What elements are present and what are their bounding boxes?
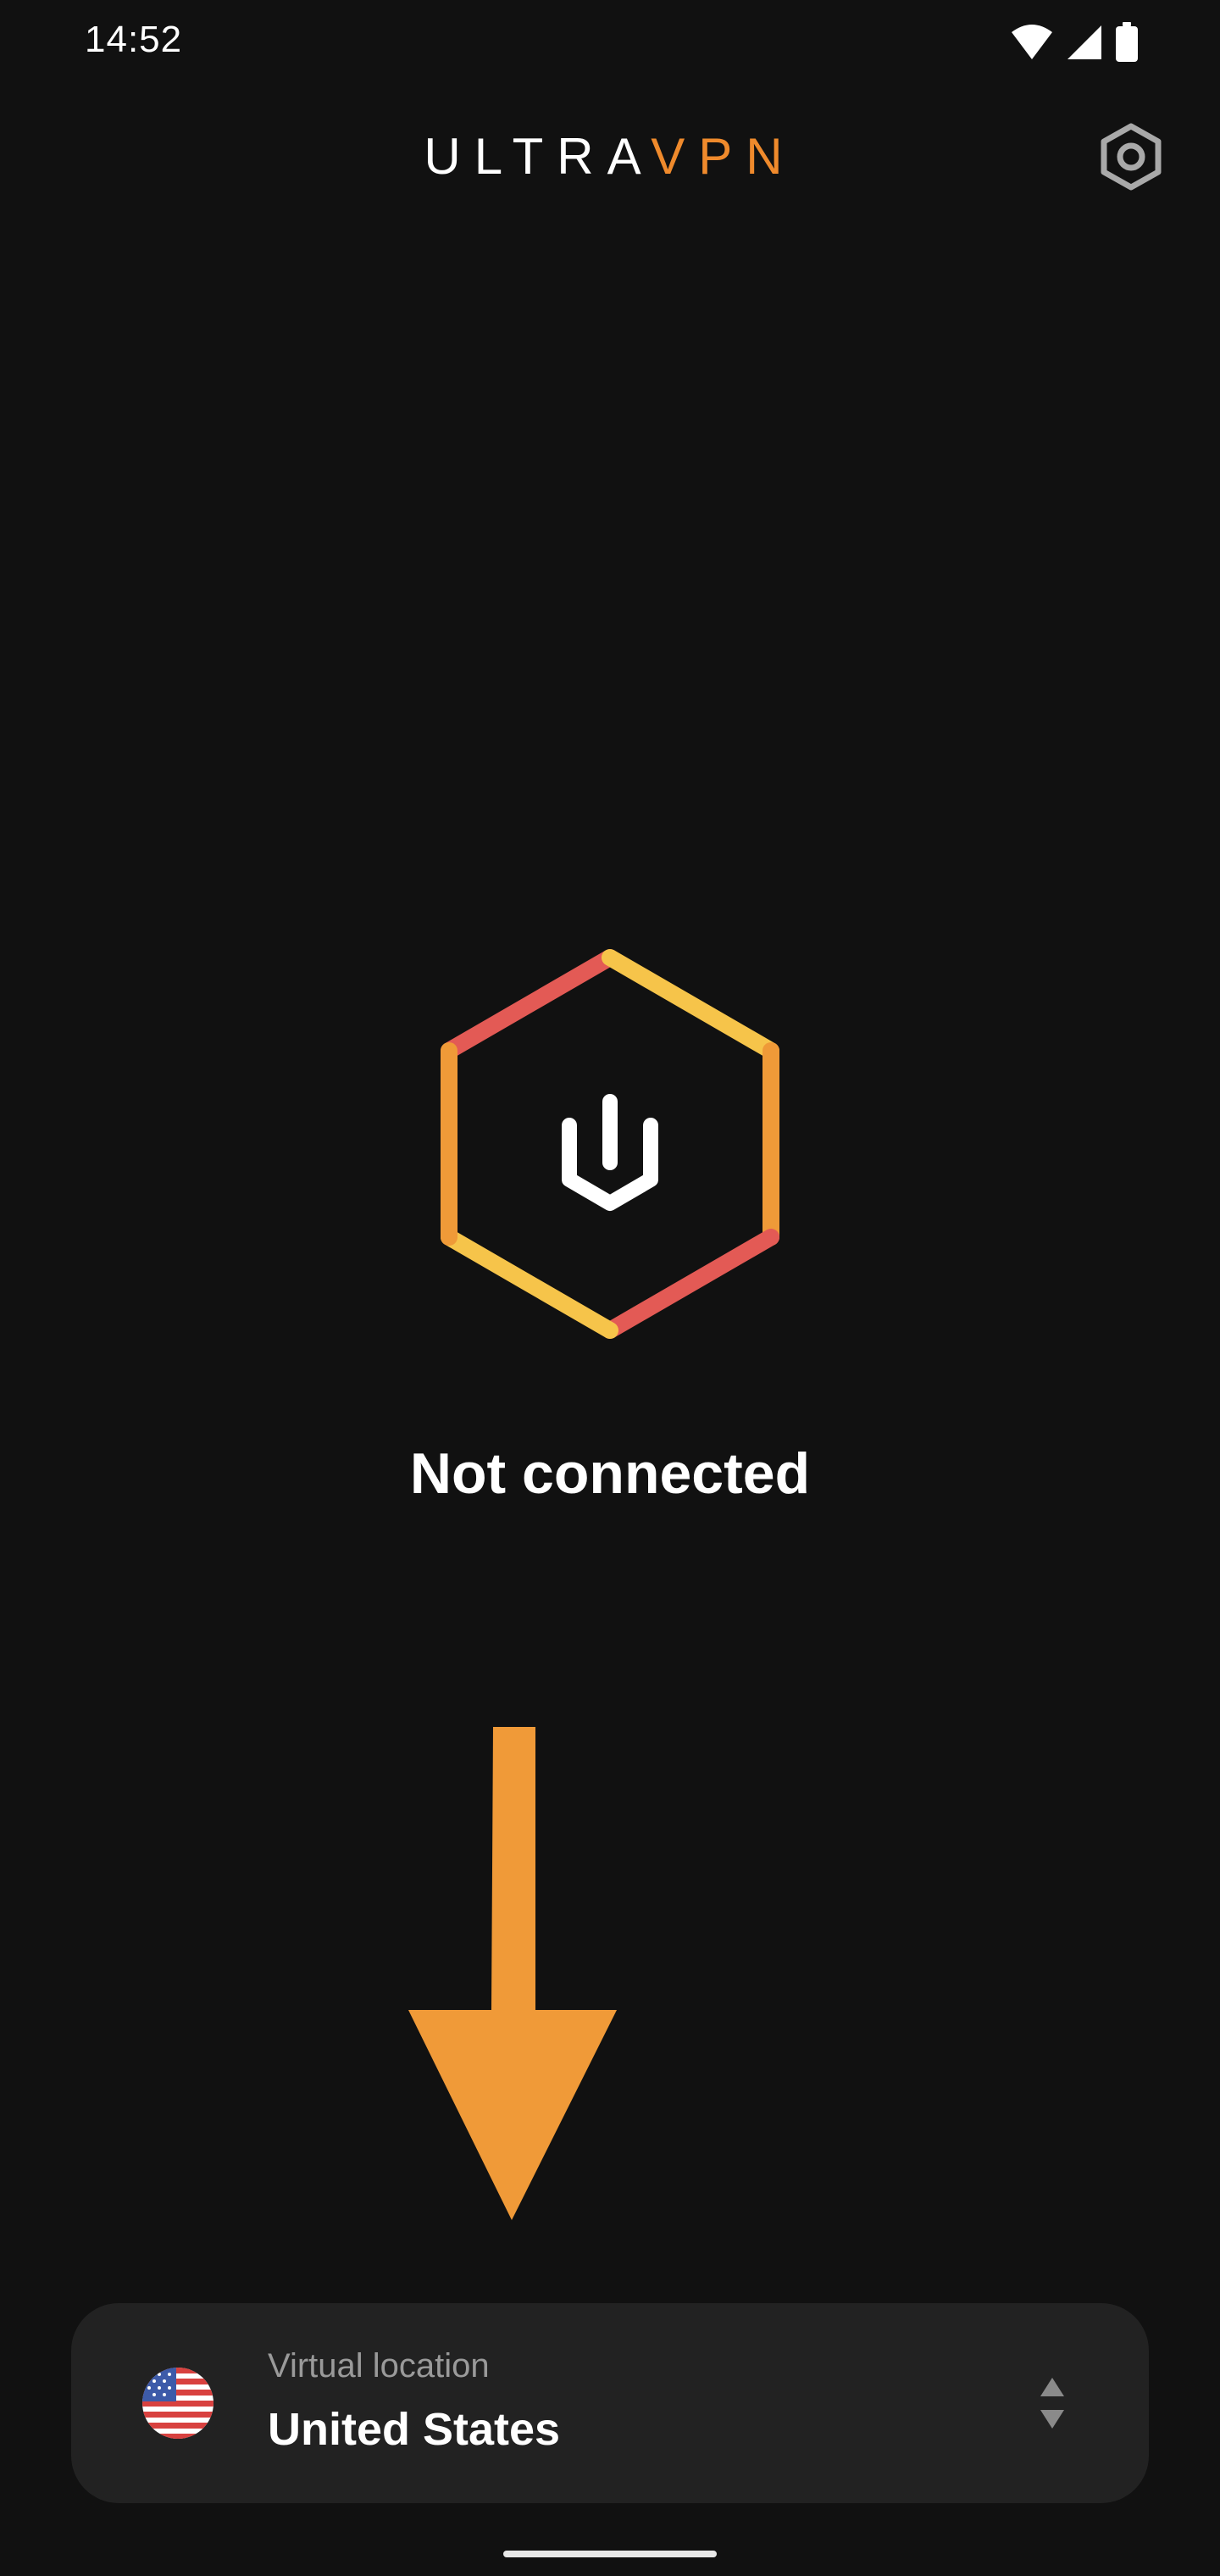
hint-arrow-down-icon xyxy=(408,1727,617,2220)
connect-button[interactable] xyxy=(424,941,796,1347)
battery-icon xyxy=(1116,22,1138,62)
logo-primary: ULTRA xyxy=(424,128,652,185)
connection-status: Not connected xyxy=(409,1441,811,1506)
selected-country: United States xyxy=(268,2404,561,2455)
wifi-icon xyxy=(1012,25,1052,59)
settings-hexagon-icon xyxy=(1101,123,1162,191)
app-header: ULTRAVPN xyxy=(0,110,1220,203)
signal-icon xyxy=(1068,25,1101,59)
settings-button[interactable] xyxy=(1093,119,1169,195)
virtual-location-caption: Virtual location xyxy=(268,2347,490,2384)
logo-accent: VPN xyxy=(651,128,796,185)
home-indicator[interactable] xyxy=(503,2551,717,2557)
power-icon xyxy=(562,1094,658,1211)
connect-hexagon xyxy=(441,949,779,1339)
status-bar: 14:52 xyxy=(0,0,1220,85)
virtual-location-selector[interactable]: Virtual location United States xyxy=(71,2303,1149,2503)
status-time: 14:52 xyxy=(85,19,183,60)
ultravpn-logo: ULTRAVPN xyxy=(0,110,1220,203)
status-icons xyxy=(1010,22,1139,63)
expand-chevrons-icon xyxy=(1040,2378,1064,2429)
us-flag-icon xyxy=(142,2368,214,2439)
